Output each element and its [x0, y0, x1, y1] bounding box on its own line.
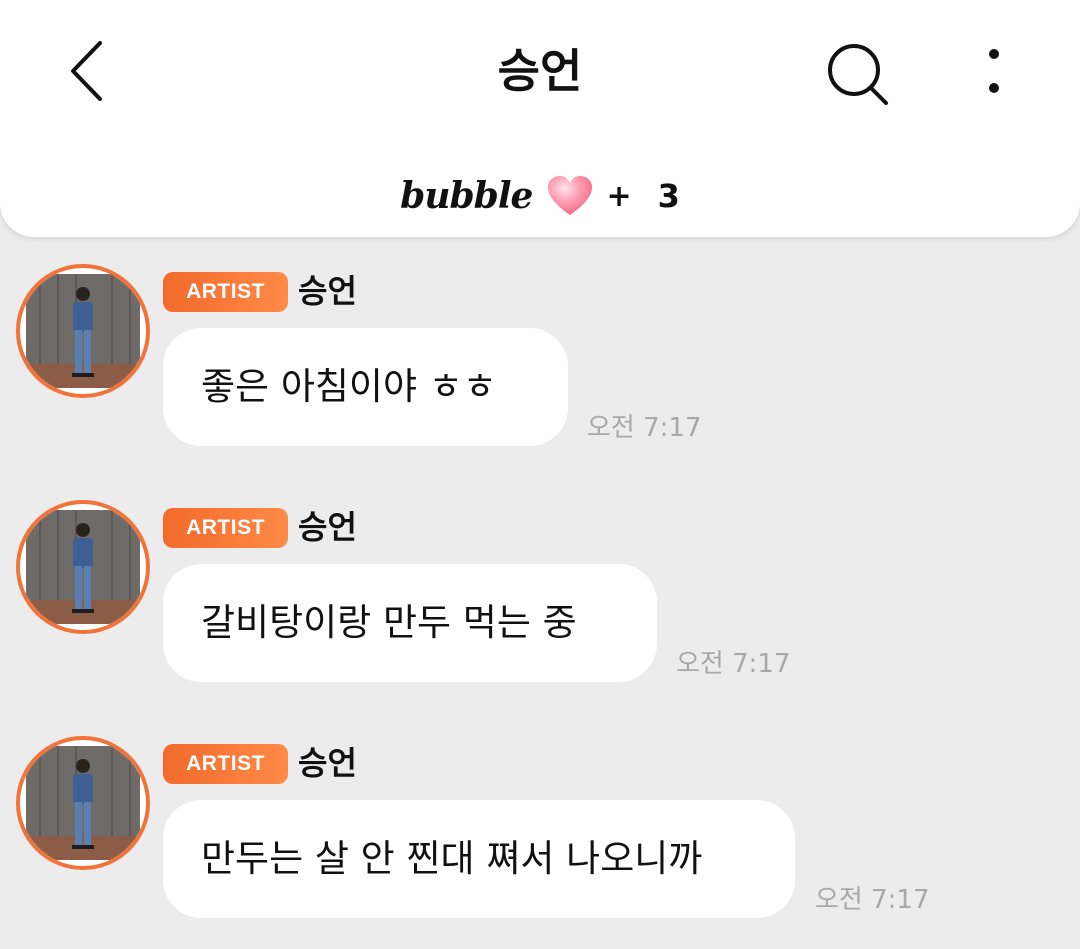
avatar[interactable] — [16, 736, 150, 870]
sender-name: 승언 — [298, 272, 357, 310]
back-button[interactable] — [60, 38, 120, 104]
chat-message: ARTIST 승언 갈비탕이랑 만두 먹는 중 오전 7:17 — [0, 500, 1080, 690]
artist-badge: ARTIST — [163, 744, 288, 784]
artist-badge: ARTIST — [163, 508, 288, 548]
chevron-left-icon — [71, 41, 102, 101]
avatar[interactable] — [16, 500, 150, 634]
subscription-indicator[interactable]: bubble + 3 — [0, 166, 1080, 226]
message-bubble[interactable]: 갈비탕이랑 만두 먹는 중 — [163, 564, 657, 682]
sender-name: 승언 — [298, 744, 357, 782]
heart-icon — [548, 176, 593, 215]
avatar-photo — [26, 274, 140, 388]
message-bubble[interactable]: 좋은 아침이야 ㅎㅎ — [163, 328, 568, 446]
search-button[interactable] — [822, 40, 894, 110]
message-bubble[interactable]: 만두는 살 안 찐대 쪄서 나오니까 — [163, 800, 795, 918]
sender-name: 승언 — [298, 508, 357, 546]
subscription-count: 3 — [657, 177, 680, 215]
chat-header: 승언 bubble + 3 — [0, 0, 1080, 237]
chat-title: 승언 — [497, 44, 583, 98]
artist-badge: ARTIST — [163, 272, 288, 312]
avatar-photo — [26, 746, 140, 860]
message-timestamp: 오전 7:17 — [815, 885, 930, 915]
plus-sign: + — [606, 178, 632, 214]
search-icon — [828, 44, 888, 105]
avatar-photo — [26, 510, 140, 624]
bubble-logo: bubble — [400, 175, 533, 217]
message-timestamp: 오전 7:17 — [587, 413, 702, 443]
chat-message: ARTIST 승언 좋은 아침이야 ㅎㅎ 오전 7:17 — [0, 264, 1080, 454]
message-timestamp: 오전 7:17 — [676, 649, 791, 679]
more-vertical-icon — [989, 49, 999, 93]
avatar[interactable] — [16, 264, 150, 398]
more-options-button[interactable] — [972, 40, 1016, 102]
chat-message: ARTIST 승언 만두는 살 안 찐대 쪄서 나오니까 오전 7:17 — [0, 736, 1080, 926]
